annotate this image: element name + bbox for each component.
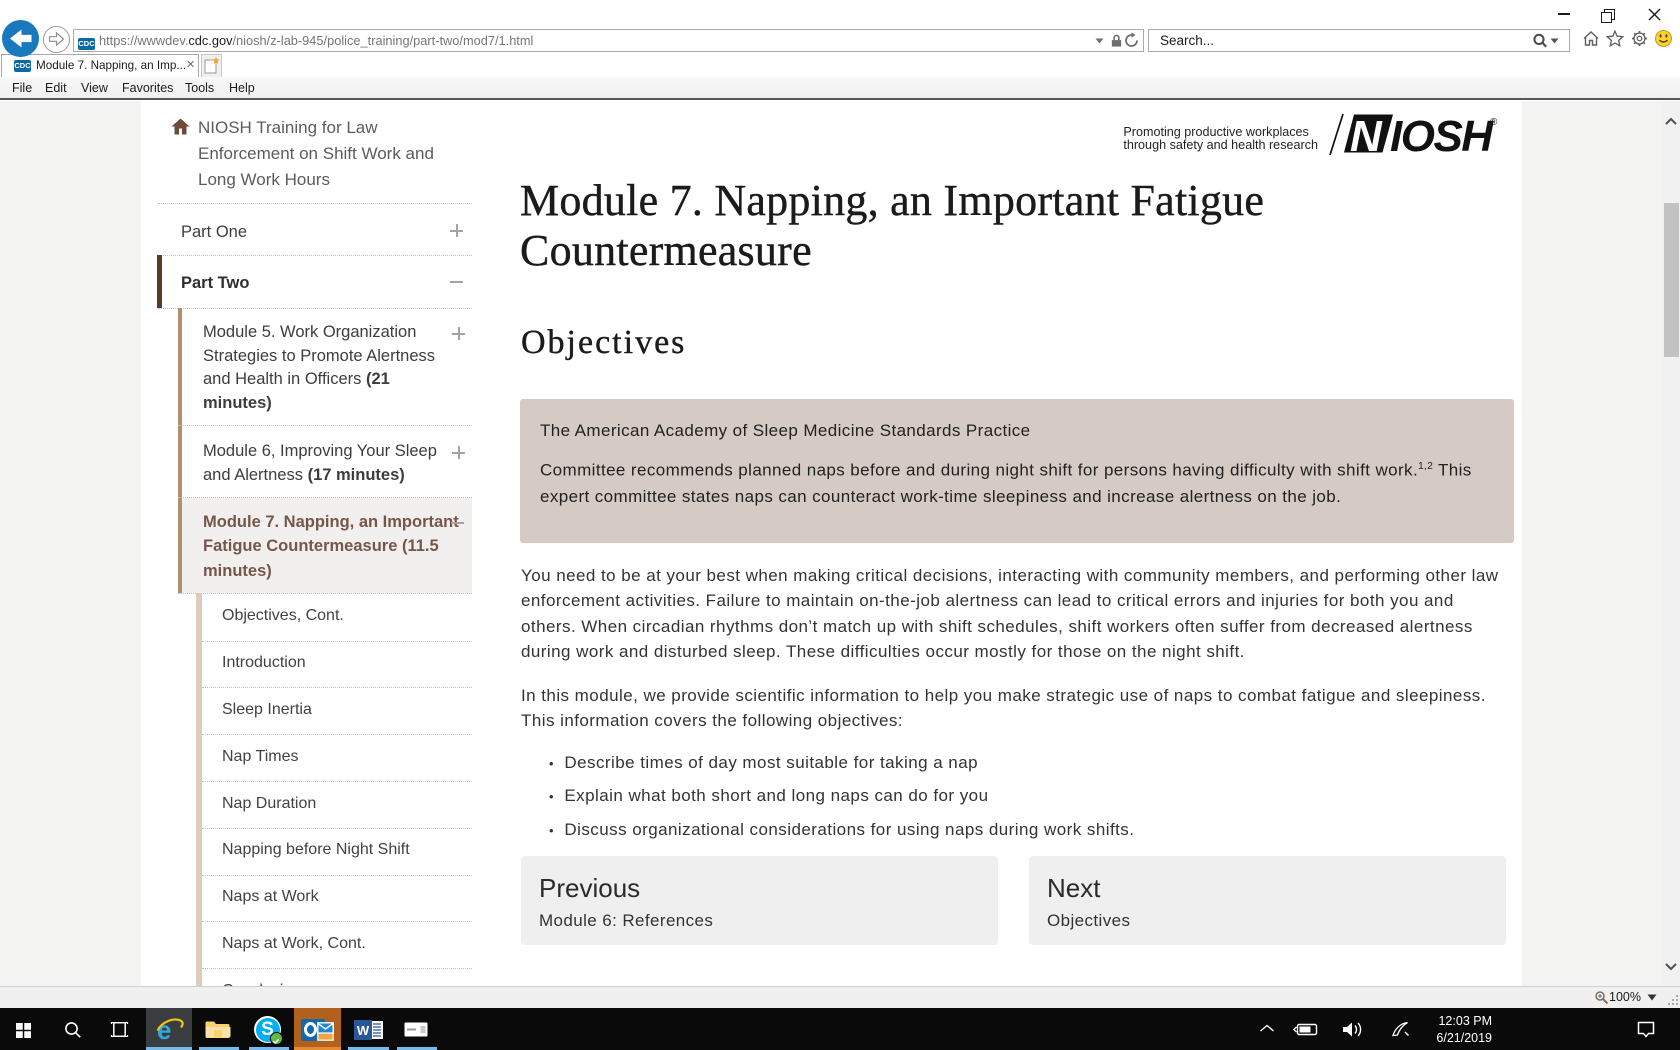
- svg-text:W: W: [357, 1023, 370, 1038]
- svg-text:®: ®: [1490, 117, 1498, 128]
- svg-text:N: N: [1350, 113, 1383, 159]
- svg-text:IOSH: IOSH: [1390, 113, 1494, 159]
